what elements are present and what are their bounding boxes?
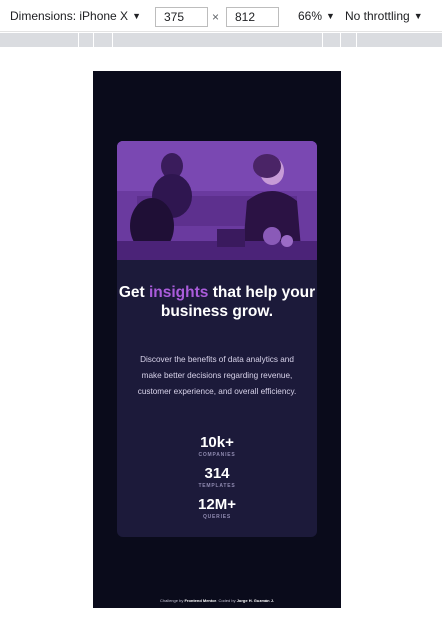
height-input[interactable] [226, 7, 279, 27]
stat-value: 12M+ [198, 496, 236, 513]
stat-value: 314 [204, 465, 230, 482]
attribution-footer: Challenge by Frontend Mentor. Coded by J… [93, 598, 341, 604]
stats-card: Get insights that help your business gro… [117, 141, 317, 537]
ruler-divider [340, 33, 341, 47]
stat-label: COMPANIES [198, 452, 236, 458]
headline-accent: insights [148, 284, 209, 301]
device-viewport: Get insights that help your business gro… [93, 71, 341, 608]
ruler-divider [112, 33, 113, 47]
stat-templates: 314 TEMPLATES [117, 465, 317, 490]
stat-label: QUERIES [202, 514, 232, 520]
author-link[interactable]: Jorge H. Guzmán J. [237, 598, 274, 603]
caret-down-icon: ▼ [413, 11, 423, 21]
ruler-divider [78, 33, 79, 47]
width-input[interactable] [155, 7, 208, 27]
card-description: Discover the benefits of data analytics … [137, 355, 297, 396]
zoom-label: 66% [298, 9, 323, 23]
ruler-divider [93, 33, 94, 47]
hero-image-illustration [117, 141, 317, 260]
ruler-divider [356, 33, 357, 47]
hero-image [117, 141, 317, 260]
throttling-label: No throttling [345, 9, 410, 23]
stat-label: TEMPLATES [198, 483, 236, 489]
throttling-select[interactable]: No throttling ▼ [345, 9, 423, 23]
times-separator: × [212, 10, 220, 24]
stat-companies: 10k+ COMPANIES [117, 434, 317, 459]
footer-prefix: Challenge by [159, 598, 185, 603]
frontend-mentor-link[interactable]: Frontend Mentor [184, 598, 216, 603]
footer-middle: . Coded by [216, 598, 237, 603]
stat-value: 10k+ [200, 434, 234, 451]
devtools-device-toolbar: Dimensions: iPhone X ▼ × 66% ▼ No thrott… [0, 0, 442, 32]
caret-down-icon: ▼ [132, 11, 141, 21]
stat-queries: 12M+ QUERIES [117, 496, 317, 521]
dimensions-label: Dimensions: iPhone X [10, 9, 129, 23]
headline-prefix: Get [118, 284, 149, 301]
dimensions-select[interactable]: Dimensions: iPhone X ▼ [10, 9, 141, 23]
caret-down-icon: ▼ [326, 11, 335, 21]
zoom-select[interactable]: 66% ▼ [298, 9, 335, 23]
media-query-ruler[interactable] [0, 33, 442, 47]
card-headline: Get insights that help your business gro… [117, 283, 317, 321]
ruler-divider [322, 33, 323, 47]
